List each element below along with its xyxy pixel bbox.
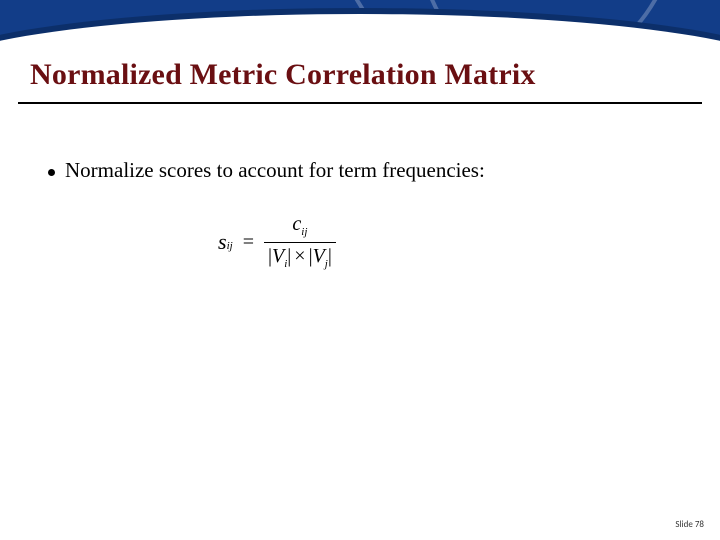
formula-denominator: |Vi|×|Vj| <box>264 246 336 271</box>
formula-num-sub: ij <box>301 226 307 238</box>
banner <box>0 0 720 48</box>
bullet-dot-icon <box>48 169 55 176</box>
slide-number-prefix: Slide <box>675 519 695 530</box>
formula-Vi-var: V <box>272 245 284 267</box>
slide-number: Slide 78 <box>675 519 704 530</box>
slide-title: Normalized Metric Correlation Matrix <box>30 58 536 92</box>
slide: Normalized Metric Correlation Matrix Nor… <box>0 0 720 540</box>
formula-equals: = <box>243 231 254 254</box>
content-area: Normalize scores to account for term fre… <box>48 158 680 183</box>
title-underline <box>18 102 702 104</box>
formula-lhs: s ij <box>218 229 233 255</box>
formula-fraction: cij |Vi|×|Vj| <box>264 214 336 270</box>
slide-number-value: 78 <box>695 519 704 530</box>
formula: s ij = cij |Vi|×|Vj| <box>218 214 336 270</box>
bullet-text: Normalize scores to account for term fre… <box>65 158 485 183</box>
formula-Vj-var: V <box>313 245 325 267</box>
formula-numerator: cij <box>288 214 311 239</box>
fraction-bar-icon <box>264 242 336 243</box>
abs-close-2: | <box>328 245 332 267</box>
bullet-item: Normalize scores to account for term fre… <box>48 158 680 183</box>
formula-lhs-var: s <box>218 229 227 255</box>
formula-lhs-sub: ij <box>227 240 233 252</box>
times-icon: × <box>291 245 308 267</box>
formula-num-var: c <box>292 213 301 235</box>
